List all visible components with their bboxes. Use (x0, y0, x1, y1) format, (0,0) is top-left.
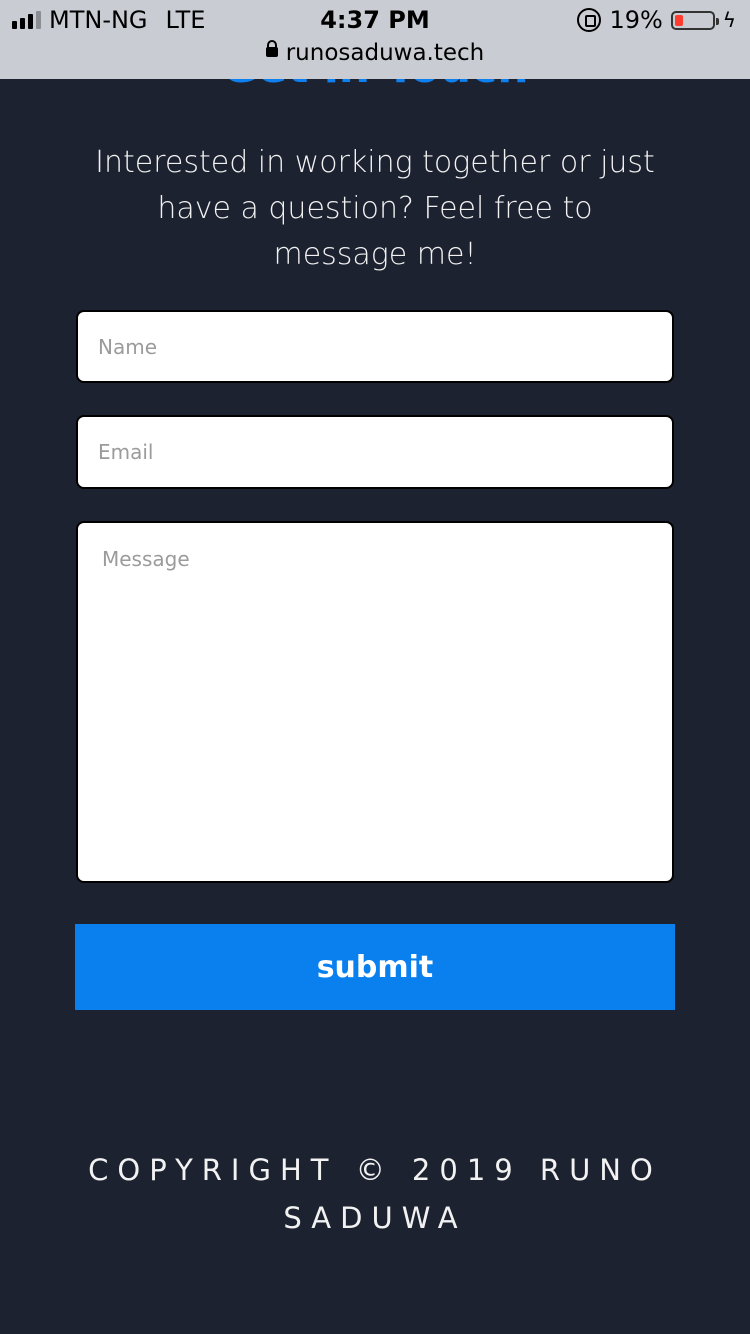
message-textarea[interactable] (76, 521, 674, 883)
address-bar[interactable]: runosaduwa.tech (0, 39, 750, 66)
intro-text: Interested in working together or just h… (95, 145, 655, 272)
submit-button[interactable]: submit (75, 924, 675, 1010)
name-input[interactable] (76, 310, 674, 383)
status-bar: MTN-NG LTE 4:37 PM 19% ϟ runosaduwa.tech (0, 0, 750, 79)
email-input[interactable] (76, 415, 674, 489)
rotation-lock-icon (577, 8, 602, 32)
url-text: runosaduwa.tech (285, 40, 485, 66)
copyright-text: COPYRIGHT © 2019 RUNO SADUWA (88, 1153, 662, 1235)
battery-percent: 19% (609, 6, 663, 34)
status-right: 19% ϟ (577, 6, 736, 34)
charging-icon: ϟ (722, 8, 736, 32)
lock-icon (265, 39, 278, 57)
battery-icon (670, 10, 719, 30)
